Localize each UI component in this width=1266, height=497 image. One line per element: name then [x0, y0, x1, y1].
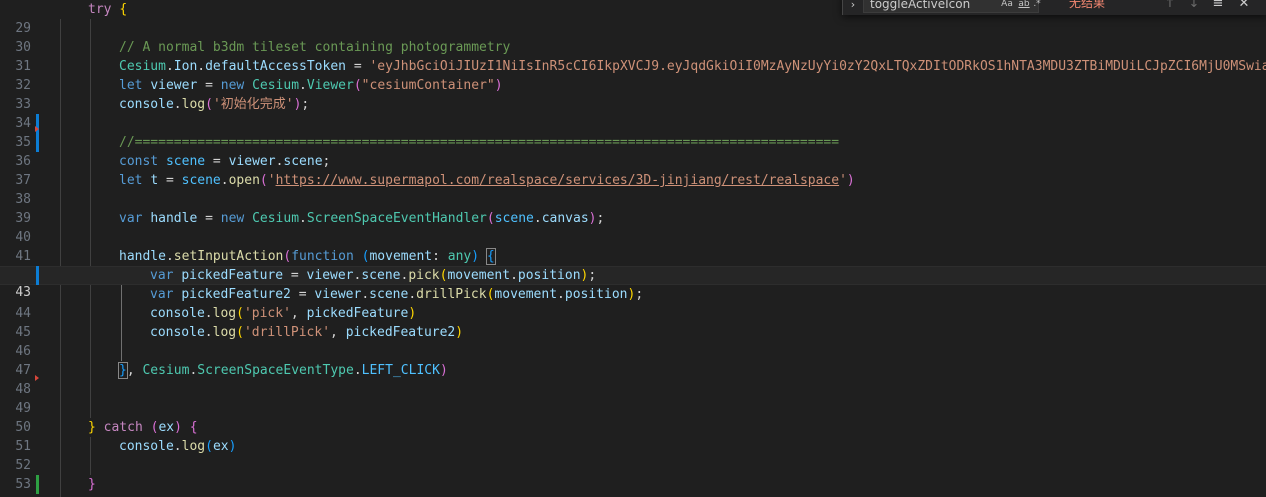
line-code: let viewer = new Cesium.Viewer("cesiumCo… — [119, 78, 503, 93]
close-icon[interactable]: ✕ — [1235, 0, 1253, 13]
code-line[interactable]: 54 } — [0, 475, 1266, 497]
line-code: console.log('pick', pickedFeature) — [150, 306, 417, 321]
code-line[interactable]: 47 — [0, 342, 1266, 378]
code-line[interactable]: 50 — [0, 399, 1266, 435]
code-line[interactable]: 38 let t = scene.open('https://www.super… — [0, 171, 1266, 207]
code-line[interactable]: 49 — [0, 375, 1266, 416]
code-line[interactable]: 48 }, Cesium.ScreenSpaceEventType.LEFT_C… — [0, 361, 1266, 397]
code-editor[interactable]: 29 try { 30 31 // A normal b3dm tileset … — [0, 0, 1266, 497]
code-line[interactable]: 46 console.log('drillPick', pickedFeatur… — [0, 323, 1266, 359]
line-code: let t = scene.open('https://www.supermap… — [119, 173, 855, 188]
whole-word-toggle[interactable]: ab — [1017, 0, 1031, 11]
code-line[interactable]: 41 — [0, 228, 1266, 264]
line-code: const scene = viewer.scene; — [119, 154, 331, 169]
arrow-down-icon[interactable]: ↓ — [1185, 0, 1203, 13]
code-line[interactable]: 39 — [0, 190, 1266, 226]
code-line[interactable]: 40 var handle = new Cesium.ScreenSpaceEv… — [0, 209, 1266, 245]
code-line[interactable]: 36 //===================================… — [0, 133, 1266, 169]
code-line[interactable]: 30 — [0, 19, 1266, 55]
code-line[interactable]: 31 // A normal b3dm tileset containing p… — [0, 38, 1266, 74]
find-input[interactable] — [870, 0, 994, 12]
code-line[interactable]: 32 Cesium.Ion.defaultAccessToken = 'eyJh… — [0, 57, 1266, 93]
find-result-count: 无结果 — [1069, 0, 1106, 10]
toggle-replace-chevron-icon[interactable]: › — [847, 0, 859, 12]
code-line[interactable]: 33 let viewer = new Cesium.Viewer("cesiu… — [0, 76, 1266, 133]
line-code: Cesium.Ion.defaultAccessToken = 'eyJhbGc… — [119, 59, 1266, 74]
code-line[interactable]: 53 — [0, 456, 1266, 492]
code-line[interactable]: 34 console.log('初始化完成'); — [0, 95, 1266, 152]
line-code: // A normal b3dm tileset containing phot… — [119, 40, 511, 55]
code-line[interactable]: 35 — [0, 114, 1266, 150]
line-code: var pickedFeature2 = viewer.scene.drillP… — [150, 287, 644, 302]
code-line[interactable]: 37 const scene = viewer.scene; — [0, 152, 1266, 188]
line-code: console.log('drillPick', pickedFeature2) — [150, 325, 464, 340]
line-code: //======================================… — [119, 135, 840, 150]
line-code: } catch (ex) { — [88, 420, 198, 435]
line-code: try { — [88, 2, 128, 17]
code-line-current[interactable]: 43 var pickedFeature = viewer.scene.pick… — [0, 266, 1266, 300]
url-link[interactable]: https://www.supermapol.com/realspace/ser… — [276, 173, 840, 188]
line-code: var handle = new Cesium.ScreenSpaceEvent… — [119, 211, 605, 226]
deleted-line-marker[interactable] — [35, 375, 39, 381]
line-code: console.log(ex) — [119, 439, 237, 454]
code-line[interactable]: 45 console.log('pick', pickedFeature) — [0, 304, 1266, 340]
code-line[interactable]: 44 var pickedFeature2 = viewer.scene.dri… — [0, 285, 1266, 321]
line-code: handle.setInputAction(function (movement… — [119, 248, 496, 265]
code-line[interactable]: 52 console.log(ex) — [0, 437, 1266, 494]
match-case-toggle[interactable]: Aa — [1000, 0, 1014, 11]
find-input-box: Aa ab .* — [863, 0, 1042, 13]
find-in-selection-icon[interactable]: ≡ — [1209, 0, 1227, 13]
arrow-up-icon[interactable]: ↑ — [1161, 0, 1179, 13]
regex-toggle[interactable]: .* — [1032, 0, 1042, 11]
code-line[interactable]: 42 handle.setInputAction(function (movem… — [0, 247, 1266, 283]
line-code: } — [88, 477, 96, 492]
deleted-line-marker[interactable] — [35, 126, 39, 132]
line-code: var pickedFeature = viewer.scene.pick(mo… — [150, 268, 597, 283]
find-widget: › Aa ab .* 无结果 ↑ ↓ ≡ ✕ — [842, 0, 1266, 15]
line-code: console.log('初始化完成'); — [119, 97, 310, 112]
code-line[interactable]: 51 } catch (ex) { — [0, 418, 1266, 454]
modified-line-marker[interactable] — [36, 266, 39, 285]
line-code: }, Cesium.ScreenSpaceEventType.LEFT_CLIC… — [118, 362, 448, 379]
